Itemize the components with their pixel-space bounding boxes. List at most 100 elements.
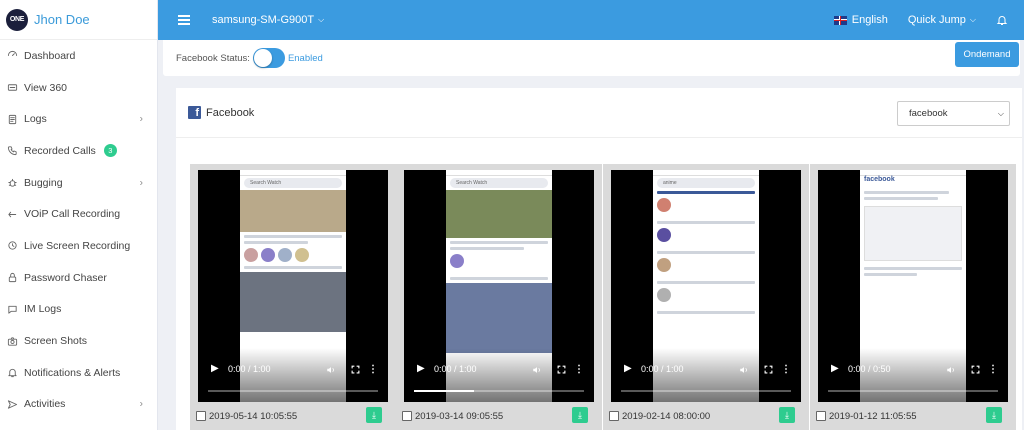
dashboard-icon: [7, 50, 18, 61]
sidebar-item-im-logs[interactable]: IM Logs: [0, 294, 157, 326]
sidebar-item-label: Password Chaser: [24, 271, 107, 284]
count-badge: 3: [103, 144, 117, 158]
select-checkbox[interactable]: [196, 411, 206, 421]
video-controls: ▶ 0:00 / 0:50 ⋮: [818, 348, 1008, 402]
select-checkbox[interactable]: [609, 411, 619, 421]
select-checkbox[interactable]: [816, 411, 826, 421]
play-icon[interactable]: ▶: [624, 363, 632, 374]
sidebar-item-label: VOiP Call Recording: [24, 208, 121, 221]
brand-logo: ONE: [6, 8, 28, 31]
tile-footer: 2019-02-14 08:00:00 ⤓: [609, 407, 803, 425]
chat-icon: [7, 304, 18, 315]
more-options-icon[interactable]: ⋮: [781, 364, 791, 375]
phone-icon: [7, 145, 18, 156]
voip-icon: [7, 209, 18, 220]
sidebar-item-label: Bugging: [24, 176, 63, 189]
video-player[interactable]: Search Watch ▶ 0:00 / 1:00 ⋮: [198, 170, 388, 402]
sidebar-item-view-360[interactable]: View 360: [0, 72, 157, 104]
app-select-value: facebook: [909, 108, 948, 119]
view-360-icon: [7, 82, 18, 93]
sidebar-item-label: Activities: [24, 398, 66, 411]
video-scrubber[interactable]: [414, 390, 584, 392]
sidebar-item-label: Dashboard: [24, 49, 76, 62]
fullscreen-icon[interactable]: [764, 365, 773, 374]
video-controls: ▶ 0:00 / 1:00 ⋮: [404, 348, 594, 402]
sidebar-item-label: Recorded Calls: [24, 144, 96, 157]
device-name: samsung-SM-G900T: [212, 14, 315, 26]
video-scrubber[interactable]: [621, 390, 791, 392]
sidebar-item-recorded-calls[interactable]: Recorded Calls 3: [0, 135, 157, 167]
select-checkbox[interactable]: [402, 411, 412, 421]
sidebar-item-dashboard[interactable]: Dashboard: [0, 40, 157, 72]
recording-date: 2019-02-14 08:00:00: [622, 410, 711, 422]
download-icon: ⤓: [992, 409, 996, 420]
video-time: 0:00 / 0:50: [848, 364, 891, 374]
bell-icon: [7, 367, 18, 378]
toggle-knob: [253, 49, 272, 67]
fullscreen-icon[interactable]: [971, 365, 980, 374]
play-icon[interactable]: ▶: [417, 363, 425, 374]
video-player[interactable]: facebook ▶ 0:00 / 0:50 ⋮: [818, 170, 1008, 402]
facebook-recordings-card: f Facebook facebook ⌵ Search Watch ▶ 0:00 …: [176, 88, 1022, 430]
video-scrubber[interactable]: [828, 390, 998, 392]
recording-date: 2019-03-14 09:05:55: [415, 410, 504, 422]
tile-footer: 2019-01-12 11:05:55 ⤓: [816, 407, 1010, 425]
send-icon: [7, 399, 18, 410]
topbar: samsung-SM-G900T ⌵ English Quick Jump ⌵: [158, 0, 1024, 40]
screen-record-icon: [7, 240, 18, 251]
brand[interactable]: ONE Jhon Doe: [0, 0, 157, 40]
sidebar-item-logs[interactable]: Logs ›: [0, 103, 157, 135]
camera-icon: [7, 336, 18, 347]
download-icon: ⤓: [578, 409, 582, 420]
video-tile: Search Watch ▶ 0:00 / 1:00 ⋮ 2019-05-14 10:0…: [190, 164, 396, 430]
fullscreen-icon[interactable]: [351, 365, 360, 374]
video-player[interactable]: anime ▶ 0:00 / 1:00 ⋮: [611, 170, 801, 402]
volume-icon[interactable]: [326, 365, 336, 375]
language-select[interactable]: English: [852, 14, 888, 26]
more-options-icon[interactable]: ⋮: [368, 364, 378, 375]
download-button[interactable]: ⤓: [572, 407, 588, 423]
volume-icon[interactable]: [739, 365, 749, 375]
volume-icon[interactable]: [946, 365, 956, 375]
sidebar-item-label: Live Screen Recording: [24, 239, 131, 252]
card-header: f Facebook facebook ⌵: [176, 88, 1022, 138]
video-time: 0:00 / 1:00: [434, 364, 477, 374]
sidebar-item-label: Logs: [24, 113, 47, 126]
sidebar-item-activities[interactable]: Activities ›: [0, 389, 157, 421]
facebook-status-label: Facebook Status:: [176, 52, 250, 64]
play-icon[interactable]: ▶: [211, 363, 219, 374]
device-select[interactable]: samsung-SM-G900T ⌵: [212, 14, 324, 26]
play-icon[interactable]: ▶: [831, 363, 839, 374]
menu-toggle-icon[interactable]: [178, 13, 190, 28]
quick-jump-menu[interactable]: Quick Jump ⌵: [908, 14, 976, 26]
sidebar-item-password-chaser[interactable]: Password Chaser: [0, 262, 157, 294]
toggle-state-text: Enabled: [287, 52, 323, 64]
sidebar-item-live-screen-recording[interactable]: Live Screen Recording: [0, 230, 157, 262]
more-options-icon[interactable]: ⋮: [574, 364, 584, 375]
video-scrubber[interactable]: [208, 390, 378, 392]
video-player[interactable]: Search Watch ▶ 0:00 / 1:00 ⋮: [404, 170, 594, 402]
video-time: 0:00 / 1:00: [641, 364, 684, 374]
facebook-icon: f: [188, 106, 201, 119]
sidebar-item-screen-shots[interactable]: Screen Shots: [0, 325, 157, 357]
ondemand-button[interactable]: Ondemand: [955, 42, 1019, 67]
fullscreen-icon[interactable]: [557, 365, 566, 374]
download-button[interactable]: ⤓: [366, 407, 382, 423]
video-controls: ▶ 0:00 / 1:00 ⋮: [611, 348, 801, 402]
download-button[interactable]: ⤓: [986, 407, 1002, 423]
app-select[interactable]: facebook ⌵: [897, 101, 1010, 126]
sidebar-item-notifications-alerts[interactable]: Notifications & Alerts: [0, 357, 157, 389]
recording-date: 2019-01-12 11:05:55: [829, 410, 917, 422]
notification-bell-icon[interactable]: [996, 14, 1008, 26]
sidebar-item-bugging[interactable]: Bugging ›: [0, 167, 157, 199]
video-tile: Search Watch ▶ 0:00 / 1:00 ⋮ 2019-03-14 09:0…: [396, 164, 602, 430]
sidebar-item-voip-call-recording[interactable]: VOiP Call Recording: [0, 198, 157, 230]
facebook-status-toggle[interactable]: [252, 48, 285, 68]
download-button[interactable]: ⤓: [779, 407, 795, 423]
quick-jump-label: Quick Jump: [907, 14, 966, 26]
more-options-icon[interactable]: ⋮: [988, 364, 998, 375]
chevron-right-icon: ›: [139, 398, 143, 410]
tile-footer: 2019-05-14 10:05:55 ⤓: [196, 407, 390, 425]
volume-icon[interactable]: [532, 365, 542, 375]
bug-icon: [7, 177, 18, 188]
